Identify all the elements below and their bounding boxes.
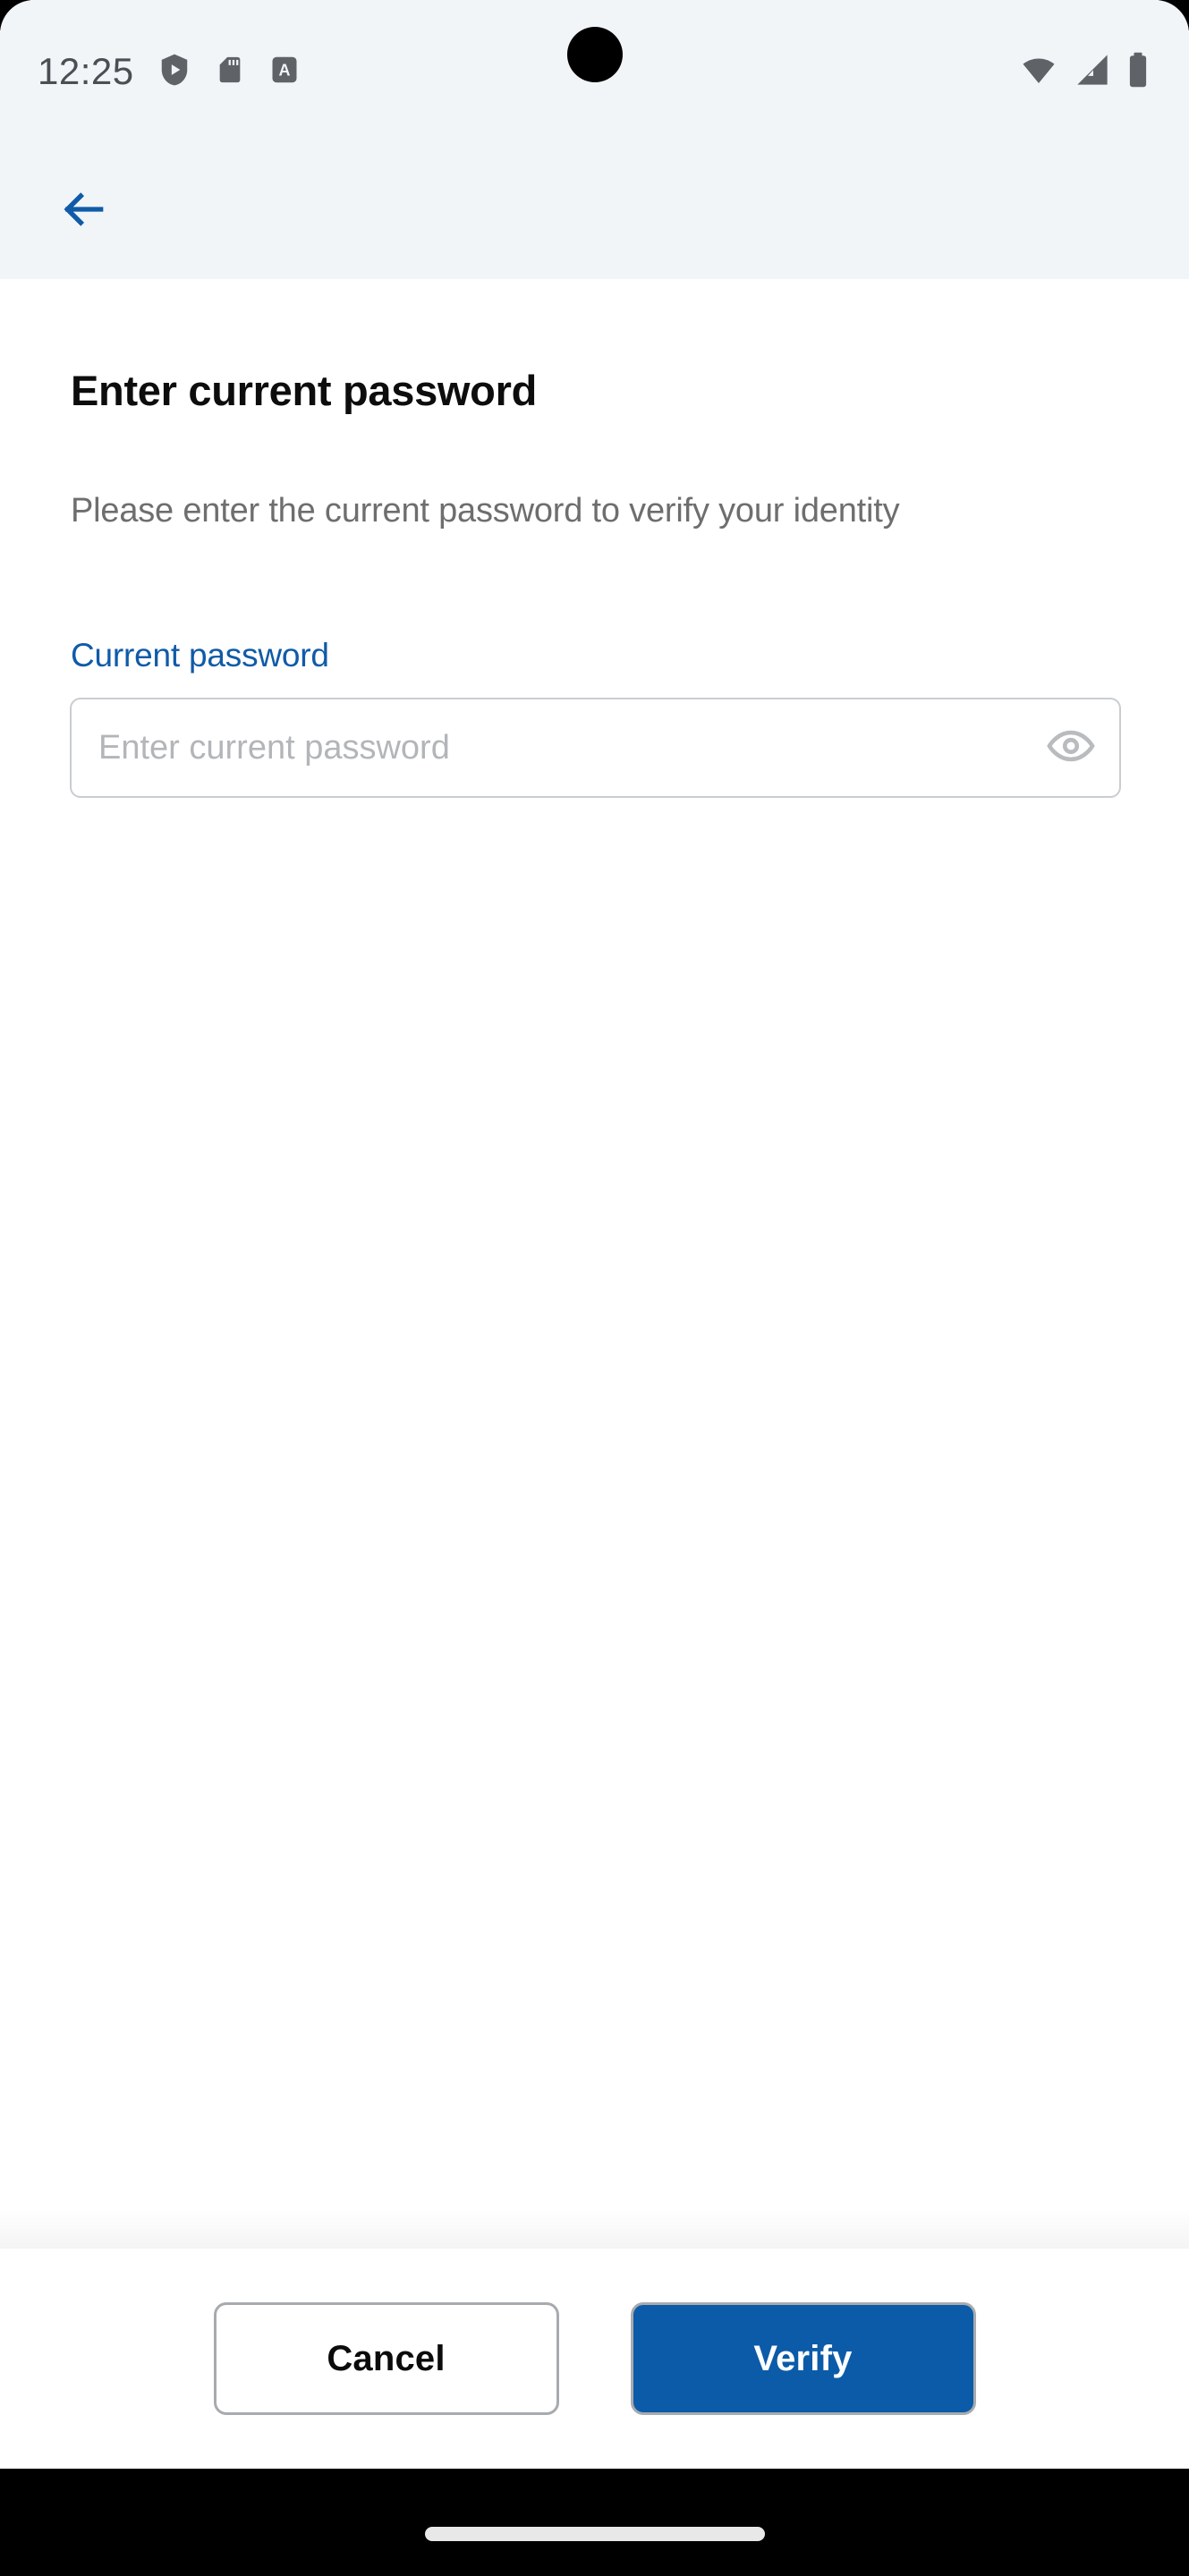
status-bar-left-group: 12:25 A [0, 51, 301, 93]
status-bar: 12:25 A [0, 0, 1189, 143]
arrow-left-icon [59, 184, 109, 239]
phone-screen: 12:25 A Enter current password Please en… [0, 0, 1189, 2576]
wifi-icon [1019, 52, 1058, 92]
page-subtitle: Please enter the current password to ver… [71, 492, 900, 530]
cellular-signal-icon [1074, 52, 1110, 92]
back-button[interactable] [43, 170, 125, 252]
password-visibility-toggle[interactable] [1023, 699, 1119, 796]
status-bar-clock: 12:25 [38, 50, 134, 92]
gesture-home-handle[interactable] [424, 2527, 765, 2541]
status-bar-right-group [1019, 51, 1150, 93]
camera-cutout [566, 27, 623, 82]
current-password-field[interactable] [70, 698, 1121, 798]
eye-visibility-icon [1046, 721, 1096, 775]
current-password-input[interactable] [72, 699, 1023, 796]
verify-button[interactable]: Verify [630, 2302, 976, 2415]
battery-icon [1126, 51, 1150, 93]
play-protect-icon [157, 51, 191, 93]
svg-text:A: A [278, 61, 290, 79]
sd-card-icon [215, 51, 245, 93]
bottom-action-bar: Cancel Verify [0, 2249, 1189, 2469]
letter-a-badge-icon: A [268, 51, 301, 93]
cancel-button[interactable]: Cancel [213, 2302, 559, 2415]
system-navigation-bar [0, 2469, 1189, 2576]
current-password-label: Current password [71, 637, 329, 674]
content-area: Enter current password Please enter the … [0, 279, 1189, 2245]
app-bar [0, 143, 1189, 279]
page-title: Enter current password [71, 367, 537, 414]
